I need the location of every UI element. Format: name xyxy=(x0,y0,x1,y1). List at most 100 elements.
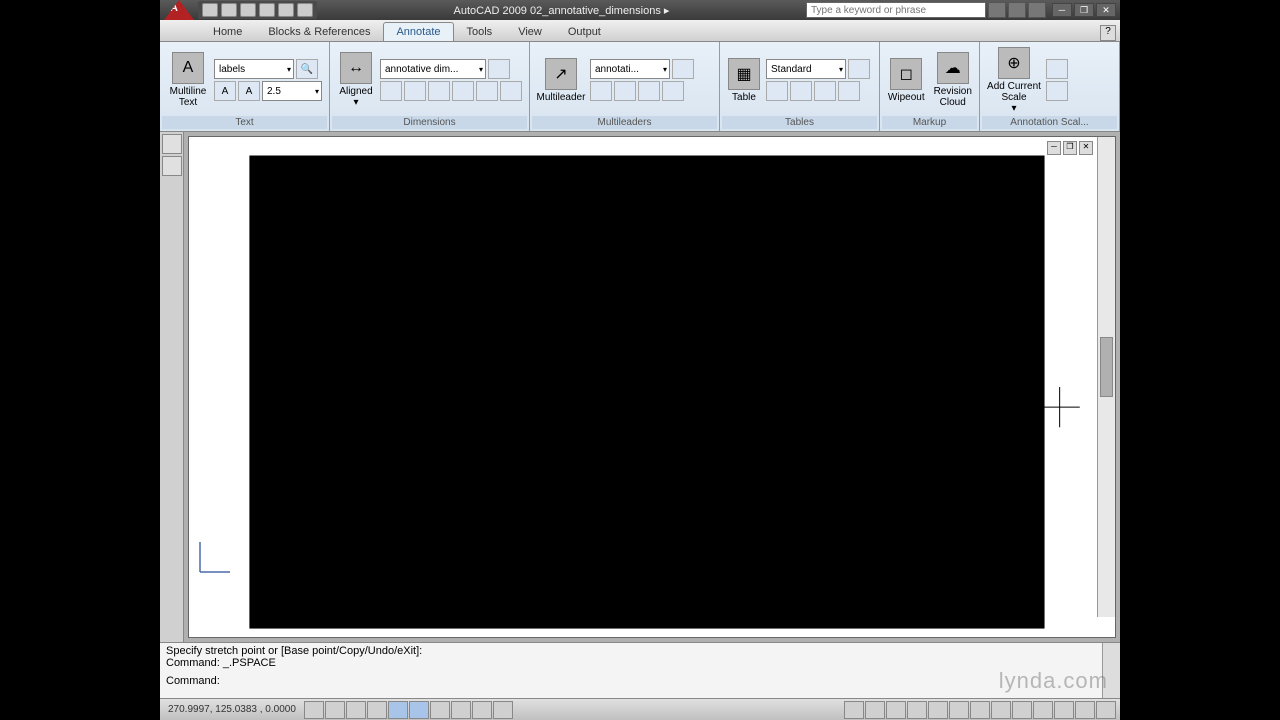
search-icon[interactable] xyxy=(988,2,1006,18)
otrack-toggle[interactable] xyxy=(409,701,429,719)
wipeout-icon: ◻ xyxy=(890,58,922,90)
mleader-remove-icon[interactable] xyxy=(614,81,636,101)
tab-output[interactable]: Output xyxy=(555,22,614,41)
table-style-combo[interactable]: Standard xyxy=(766,59,846,79)
layers-palette-icon[interactable] xyxy=(162,156,182,176)
lwt-toggle[interactable] xyxy=(472,701,492,719)
comm-center-icon[interactable] xyxy=(1008,2,1026,18)
mleader-style-combo[interactable]: annotati... xyxy=(590,59,670,79)
tab-tools[interactable]: Tools xyxy=(454,22,506,41)
vp-minimize-icon[interactable]: ─ xyxy=(1047,141,1061,155)
mleader-edit-icon[interactable] xyxy=(672,59,694,79)
table-download-icon[interactable] xyxy=(814,81,836,101)
print-icon[interactable] xyxy=(259,3,275,17)
wipeout-button[interactable]: ◻ Wipeout xyxy=(884,46,929,114)
qview-layouts-icon[interactable] xyxy=(865,701,885,719)
steering-wheel-icon[interactable] xyxy=(949,701,969,719)
watermark: lynda.com xyxy=(999,668,1108,694)
multiline-text-label: Multiline Text xyxy=(170,86,207,108)
panel-annoscale-title: Annotation Scal... xyxy=(982,116,1117,129)
dim-jog-icon[interactable] xyxy=(500,81,522,101)
aligned-dimension-button[interactable]: ↔ Aligned ▾ xyxy=(334,46,378,114)
text-style-combo[interactable]: labels xyxy=(214,59,294,79)
table-upload-icon[interactable] xyxy=(838,81,860,101)
search-input[interactable] xyxy=(806,2,986,18)
mleader-add-icon[interactable] xyxy=(590,81,612,101)
holes-note: 6 HOLES EVENLY SPACED xyxy=(338,560,383,595)
scale-list-icon[interactable] xyxy=(1046,59,1068,79)
coordinates-readout[interactable]: 270.9997, 125.0383 , 0.0000 xyxy=(160,704,304,715)
workspace-switch-icon[interactable] xyxy=(1054,701,1074,719)
osnap-toggle[interactable] xyxy=(388,701,408,719)
vp-restore-icon[interactable]: ❐ xyxy=(1063,141,1077,155)
dim-linear-icon[interactable] xyxy=(380,81,402,101)
close-button[interactable]: ✕ xyxy=(1096,3,1116,17)
zoom-icon[interactable] xyxy=(928,701,948,719)
clean-screen-icon[interactable] xyxy=(1096,701,1116,719)
table-button[interactable]: ▦ Table xyxy=(724,46,764,114)
quick-access-toolbar xyxy=(198,1,317,19)
command-line[interactable]: Specify stretch point or [Base point/Cop… xyxy=(160,642,1120,698)
vp-close-icon[interactable]: ✕ xyxy=(1079,141,1093,155)
anno-autoscale-icon[interactable] xyxy=(1012,701,1032,719)
qp-toggle[interactable] xyxy=(493,701,513,719)
table-extract-icon[interactable] xyxy=(766,81,788,101)
tab-home[interactable]: Home xyxy=(200,22,255,41)
panel-annoscale: ⊕ Add Current Scale ▾ Annotation Scal... xyxy=(980,42,1120,131)
revcloud-button[interactable]: ☁ Revision Cloud xyxy=(931,46,976,114)
ortho-toggle[interactable] xyxy=(346,701,366,719)
panel-tables-title: Tables xyxy=(722,116,877,129)
drawing-canvas[interactable]: ─ ❐ ✕ 180 40 xyxy=(188,136,1116,638)
tab-blocks[interactable]: Blocks & References xyxy=(255,22,383,41)
wipeout-label: Wipeout xyxy=(888,92,925,103)
dim-update-icon[interactable] xyxy=(488,59,510,79)
save-icon[interactable] xyxy=(240,3,256,17)
model-paper-toggle[interactable] xyxy=(844,701,864,719)
text-format-b-icon[interactable]: A xyxy=(238,81,260,101)
scale-sync-icon[interactable] xyxy=(1046,81,1068,101)
restore-button[interactable]: ❐ xyxy=(1074,3,1094,17)
redo-icon[interactable] xyxy=(297,3,313,17)
anno-visibility-icon[interactable] xyxy=(991,701,1011,719)
cmd-prompt: Command: xyxy=(166,675,1114,687)
qview-drawings-icon[interactable] xyxy=(886,701,906,719)
anno-scale-icon[interactable] xyxy=(1033,701,1053,719)
snap-toggle[interactable] xyxy=(304,701,324,719)
table-link-icon[interactable] xyxy=(790,81,812,101)
dim-break-icon[interactable] xyxy=(476,81,498,101)
revcloud-label: Revision Cloud xyxy=(934,86,972,108)
table-style-icon[interactable] xyxy=(848,59,870,79)
open-icon[interactable] xyxy=(221,3,237,17)
pan-icon[interactable] xyxy=(907,701,927,719)
find-icon[interactable]: 🔍 xyxy=(296,59,318,79)
dim-style-combo[interactable]: annotative dim... xyxy=(380,59,486,79)
properties-palette-icon[interactable] xyxy=(162,134,182,154)
multiline-text-button[interactable]: A Multiline Text xyxy=(164,46,212,114)
autocad-logo-icon[interactable] xyxy=(164,0,194,20)
toolbar-lock-icon[interactable] xyxy=(1075,701,1095,719)
dyn-toggle[interactable] xyxy=(451,701,471,719)
addscale-label: Add Current Scale xyxy=(987,81,1041,103)
polar-toggle[interactable] xyxy=(367,701,387,719)
help-icon[interactable]: ? xyxy=(1100,25,1116,41)
mleader-collect-icon[interactable] xyxy=(662,81,684,101)
vertical-scrollbar[interactable] xyxy=(1097,137,1115,617)
new-icon[interactable] xyxy=(202,3,218,17)
showmotion-icon[interactable] xyxy=(970,701,990,719)
text-format-a-icon[interactable]: A xyxy=(214,81,236,101)
add-current-scale-button[interactable]: ⊕ Add Current Scale ▾ xyxy=(984,46,1044,114)
mleader-align-icon[interactable] xyxy=(638,81,660,101)
table-label: Table xyxy=(732,92,756,103)
multileader-button[interactable]: ↗ Multileader xyxy=(534,46,588,114)
dim-baseline-icon[interactable] xyxy=(428,81,450,101)
undo-icon[interactable] xyxy=(278,3,294,17)
grid-toggle[interactable] xyxy=(325,701,345,719)
dim-continue-icon[interactable] xyxy=(404,81,426,101)
favorites-icon[interactable] xyxy=(1028,2,1046,18)
tab-annotate[interactable]: Annotate xyxy=(383,22,453,41)
minimize-button[interactable]: ─ xyxy=(1052,3,1072,17)
text-height-combo[interactable]: 2.5 xyxy=(262,81,322,101)
dim-ordinate-icon[interactable] xyxy=(452,81,474,101)
ducs-toggle[interactable] xyxy=(430,701,450,719)
tab-view[interactable]: View xyxy=(505,22,555,41)
